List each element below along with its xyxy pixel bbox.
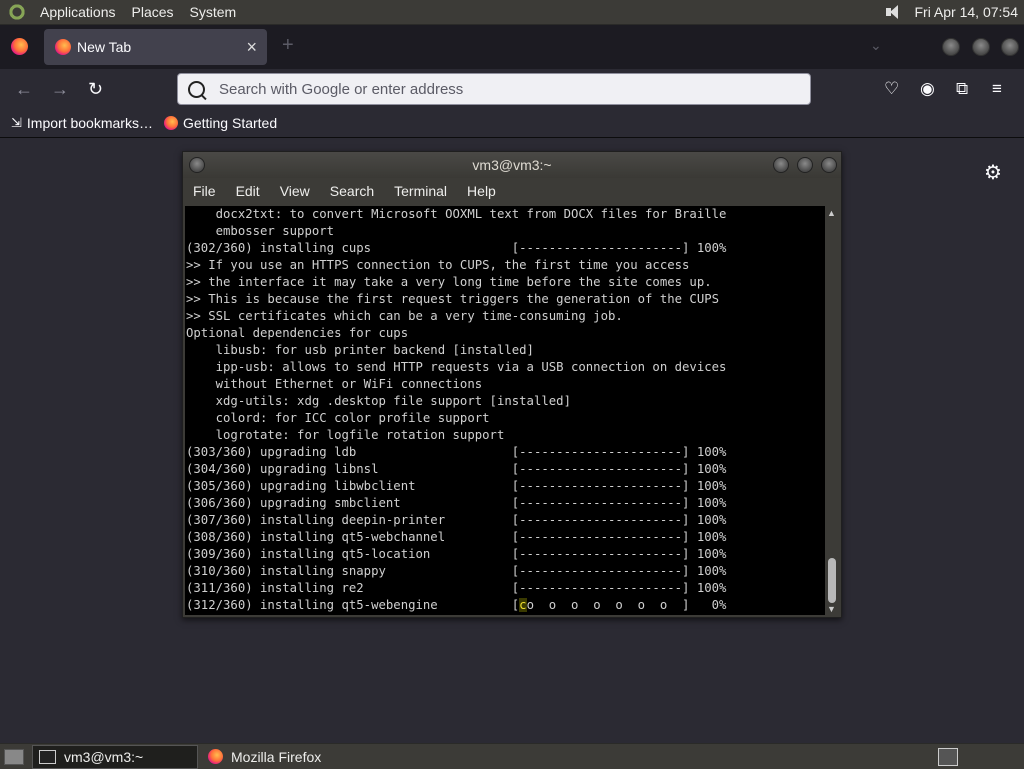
taskbar-label: Mozilla Firefox: [231, 748, 322, 765]
terminal-title: vm3@vm3:~: [472, 157, 552, 173]
system-menu[interactable]: System: [182, 4, 245, 20]
terminal-line: (307/360) installing deepin-printer [---…: [186, 513, 727, 527]
tab-strip: New Tab × + ⌄: [0, 25, 1024, 69]
volume-icon[interactable]: [884, 3, 904, 21]
terminal-line: (311/360) installing re2 [--------------…: [186, 581, 727, 595]
terminal-line: (309/360) installing qt5-location [-----…: [186, 547, 727, 561]
bookmark-import[interactable]: ⇲ Import bookmarks…: [11, 115, 153, 131]
terminal-line: docx2txt: to convert Microsoft OOXML tex…: [186, 207, 727, 221]
scroll-down-icon[interactable]: ▼: [827, 604, 836, 614]
places-menu[interactable]: Places: [124, 4, 182, 20]
terminal-output[interactable]: docx2txt: to convert Microsoft OOXML tex…: [185, 206, 825, 615]
terminal-line: >> If you use an HTTPS connection to CUP…: [186, 258, 690, 272]
terminal-line: libusb: for usb printer backend [install…: [186, 343, 534, 357]
terminal-titlebar[interactable]: vm3@vm3:~: [183, 152, 841, 178]
scroll-up-icon[interactable]: ▲: [827, 208, 836, 218]
maximize-window-button[interactable]: [972, 38, 990, 56]
terminal-line: embosser support: [186, 224, 335, 238]
bottom-panel: vm3@vm3:~ Mozilla Firefox: [0, 743, 1024, 769]
menu-terminal[interactable]: Terminal: [384, 183, 457, 199]
firefox-view-icon[interactable]: [11, 38, 28, 55]
firefox-icon: [163, 116, 178, 130]
terminal-line: (305/360) upgrading libwbclient [-------…: [186, 479, 727, 493]
terminal-line: Optional dependencies for cups: [186, 326, 409, 340]
terminal-line: >> SSL certificates which can be a very …: [186, 309, 623, 323]
forward-icon[interactable]: →: [51, 79, 69, 100]
back-icon[interactable]: ←: [15, 79, 33, 100]
tab-title: New Tab: [77, 39, 132, 55]
terminal-icon: [39, 749, 56, 764]
import-icon: ⇲: [11, 115, 22, 130]
terminal-line: logrotate: for logfile rotation support: [186, 428, 505, 442]
window-menu-button[interactable]: [189, 157, 205, 173]
gear-icon[interactable]: ⚙: [984, 160, 1002, 185]
close-button[interactable]: [821, 157, 837, 173]
terminal-line: colord: for ICC color profile support: [186, 411, 490, 425]
bookmark-getting-started[interactable]: Getting Started: [163, 115, 278, 131]
show-desktop-icon[interactable]: [4, 748, 24, 765]
applications-menu[interactable]: Applications: [32, 4, 124, 20]
taskbar-item-firefox[interactable]: Mozilla Firefox: [202, 746, 327, 768]
minimize-button[interactable]: [773, 157, 789, 173]
url-placeholder: Search with Google or enter address: [219, 80, 464, 98]
url-bar[interactable]: Search with Google or enter address: [177, 73, 811, 105]
terminal-line: (303/360) upgrading ldb [---------------…: [186, 445, 727, 459]
clock[interactable]: Fri Apr 14, 07:54: [914, 4, 1018, 20]
terminal-line: (306/360) upgrading smbclient [---------…: [186, 496, 727, 510]
bookmarks-toolbar: ⇲ Import bookmarks… Getting Started: [0, 109, 1024, 138]
menu-search[interactable]: Search: [320, 183, 384, 199]
bookmark-label: Getting Started: [182, 115, 278, 131]
nav-bar: ← → ↻ Search with Google or enter addres…: [0, 69, 1024, 109]
menu-edit[interactable]: Edit: [226, 183, 270, 199]
pocket-icon[interactable]: ♡: [884, 79, 899, 99]
tab-new-tab[interactable]: New Tab ×: [44, 29, 267, 65]
terminal-line: (308/360) installing qt5-webchannel [---…: [186, 530, 727, 544]
terminal-line: >> the interface it may take a very long…: [186, 275, 712, 289]
workspace-switcher[interactable]: [938, 747, 958, 766]
terminal-line: xdg-utils: xdg .desktop file support [in…: [186, 394, 571, 408]
taskbar-label: vm3@vm3:~: [64, 748, 144, 765]
terminal-line: (304/360) upgrading libnsl [------------…: [186, 462, 727, 476]
terminal-line: ipp-usb: allows to send HTTP requests vi…: [186, 360, 727, 374]
hamburger-menu-icon[interactable]: ≡: [992, 79, 1002, 99]
terminal-line: (310/360) installing snappy [-----------…: [186, 564, 727, 578]
menu-file[interactable]: File: [183, 183, 226, 199]
close-tab-icon[interactable]: ×: [246, 37, 257, 58]
search-icon: [188, 80, 205, 98]
menu-view[interactable]: View: [270, 183, 320, 199]
taskbar-item-terminal[interactable]: vm3@vm3:~: [32, 744, 198, 769]
close-window-button[interactable]: [1001, 38, 1019, 56]
terminal-lines: docx2txt: to convert Microsoft OOXML tex…: [185, 206, 825, 614]
firefox-icon: [208, 749, 223, 764]
top-panel: Applications Places System Fri Apr 14, 0…: [0, 0, 1024, 25]
terminal-menubar: File Edit View Search Terminal Help: [183, 178, 841, 204]
extensions-icon[interactable]: ⧉: [956, 79, 968, 99]
terminal-scrollbar[interactable]: ▲ ▼: [825, 206, 839, 615]
terminal-line: (302/360) installing cups [-------------…: [186, 241, 727, 255]
progress-cursor: c: [519, 598, 527, 612]
terminal-line-current: (312/360) installing qt5-webengine [co o…: [186, 598, 727, 612]
mate-logo-icon[interactable]: [8, 3, 26, 21]
minimize-window-button[interactable]: [942, 38, 960, 56]
firefox-icon: [55, 39, 71, 55]
menu-help[interactable]: Help: [457, 183, 506, 199]
scrollbar-thumb[interactable]: [828, 558, 836, 603]
terminal-line: without Ethernet or WiFi connections: [186, 377, 483, 391]
account-icon[interactable]: ◉: [920, 79, 935, 99]
terminal-window: vm3@vm3:~ File Edit View Search Terminal…: [182, 151, 842, 618]
new-tab-button[interactable]: +: [282, 34, 294, 57]
chevron-down-icon[interactable]: ⌄: [870, 37, 882, 54]
maximize-button[interactable]: [797, 157, 813, 173]
terminal-line: >> This is because the first request tri…: [186, 292, 720, 306]
bookmark-label: Import bookmarks…: [26, 115, 153, 131]
reload-icon[interactable]: ↻: [88, 79, 103, 100]
